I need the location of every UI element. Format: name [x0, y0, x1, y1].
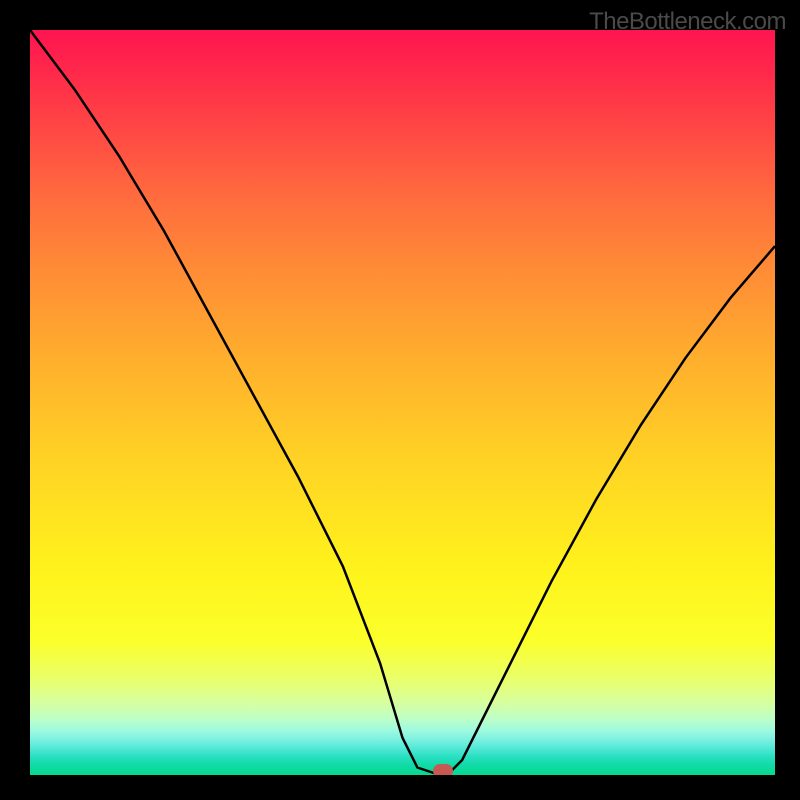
- bottleneck-curve-svg: [30, 30, 775, 775]
- bottleneck-curve-path: [30, 30, 775, 775]
- watermark-text: TheBottleneck.com: [589, 8, 786, 36]
- optimal-point-marker: [433, 764, 453, 775]
- plot-area: [30, 30, 775, 775]
